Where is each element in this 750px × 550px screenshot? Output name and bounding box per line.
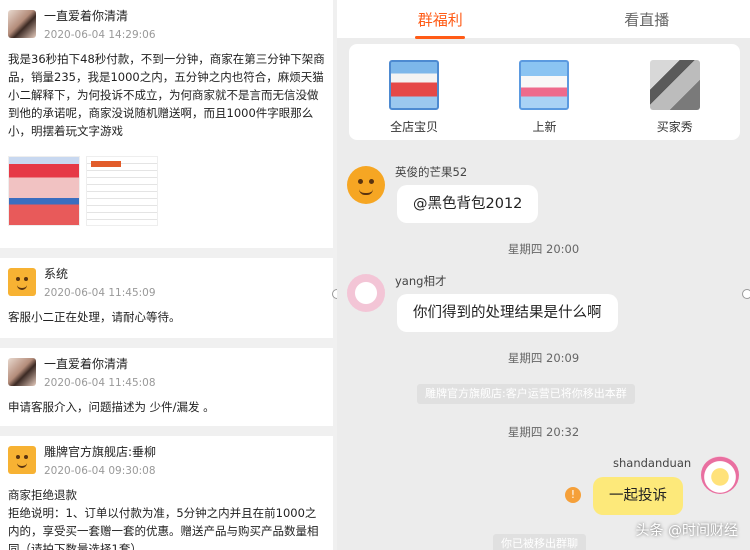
chat-timestamp: 星期四 20:00	[507, 242, 580, 256]
chat-bubble: 你们得到的处理结果是什么啊	[397, 294, 618, 332]
screenshot-root: 一直爱着你清清 2020-06-04 14:29:06 我是36秒拍下48秒付款…	[0, 0, 750, 550]
tab-group-welfare[interactable]: 群福利	[402, 9, 479, 30]
chat-timestamp: 星期四 20:09	[507, 351, 580, 365]
divider-handle	[742, 289, 750, 299]
shelf-item-all-items[interactable]: 全店宝贝	[369, 60, 459, 140]
timestamp: 2020-06-04 11:45:09	[44, 287, 156, 299]
sender-name: 雕牌官方旗舰店:垂柳	[44, 445, 157, 459]
watermark: 头条 @时间财经	[635, 523, 738, 539]
chat-timestamp: 星期四 20:32	[507, 425, 580, 439]
timestamp: 2020-06-04 11:45:08	[44, 377, 156, 389]
member-avatar[interactable]	[347, 274, 385, 312]
shelf-label: 上新	[532, 120, 557, 134]
attachment-thumbnails	[8, 156, 325, 226]
product-image	[519, 60, 570, 110]
sender-name: 系统	[44, 267, 69, 281]
user-avatar	[8, 10, 36, 38]
system-notice: 雕牌官方旗舰店:客户运营已将你移出本群	[417, 384, 635, 404]
message-text: 我是36秒拍下48秒付款，不到一分钟，商家在第三分钟下架商品，销量235，我是1…	[8, 52, 325, 138]
sender-name: 一直爱着你清清	[44, 9, 129, 23]
tab-watch-live[interactable]: 看直播	[608, 9, 685, 30]
history-card: 系统 2020-06-04 11:45:09 客服小二正在处理，请耐心等待。	[0, 258, 333, 338]
group-tabs: 群福利 看直播	[337, 0, 750, 38]
shelf-item-buyer-show[interactable]: 买家秀	[630, 60, 720, 140]
message-text: 申请客服介入，问题描述为 少件/漏发 。	[8, 400, 215, 414]
attachment-image[interactable]	[86, 156, 158, 226]
my-avatar[interactable]	[701, 456, 739, 494]
chat-bubble: @黑色背包2012	[397, 185, 539, 223]
user-avatar	[8, 358, 36, 386]
timestamp: 2020-06-04 09:30:08	[44, 465, 156, 477]
history-card: 一直爱着你清清 2020-06-04 14:29:06 我是36秒拍下48秒付款…	[0, 0, 333, 248]
complaint-history-panel: 一直爱着你清清 2020-06-04 14:29:06 我是36秒拍下48秒付款…	[0, 0, 337, 550]
system-avatar	[8, 268, 36, 296]
shelf-item-new[interactable]: 上新	[499, 60, 589, 140]
member-avatar[interactable]	[347, 166, 385, 204]
shelf-label: 全店宝贝	[390, 120, 439, 134]
message-text: 客服小二正在处理，请耐心等待。	[8, 310, 181, 324]
history-card: 雕牌官方旗舰店:垂柳 2020-06-04 09:30:08 商家拒绝退款 拒绝…	[0, 436, 333, 550]
member-name: yang相才	[395, 274, 447, 288]
timestamp: 2020-06-04 14:29:06	[44, 29, 156, 41]
send-failed-icon[interactable]: !	[565, 487, 581, 503]
member-name: 英俊的芒果52	[395, 165, 468, 179]
history-card: 一直爱着你清清 2020-06-04 11:45:08 申请客服介入，问题描述为…	[0, 348, 333, 426]
product-image	[389, 60, 440, 110]
shelf-label: 买家秀	[656, 120, 693, 134]
product-image	[649, 60, 700, 110]
system-notice: 你已被移出群聊	[493, 534, 586, 550]
chat-bubble-mine: 一起投诉	[593, 477, 683, 515]
message-text: 商家拒绝退款 拒绝说明：1、订单以付款为准，5分钟之内并且在前1000之内的，享…	[8, 488, 319, 550]
sender-name: 一直爱着你清清	[44, 357, 129, 371]
group-chat-panel: 群福利 看直播 全店宝贝 上新 买家秀 英俊的芒果52 @黑色背包2012 星期…	[337, 0, 750, 550]
store-shelf: 全店宝贝 上新 买家秀	[349, 44, 740, 140]
attachment-image[interactable]	[8, 156, 80, 226]
my-name: shandanduan	[613, 456, 692, 470]
merchant-avatar	[8, 446, 36, 474]
